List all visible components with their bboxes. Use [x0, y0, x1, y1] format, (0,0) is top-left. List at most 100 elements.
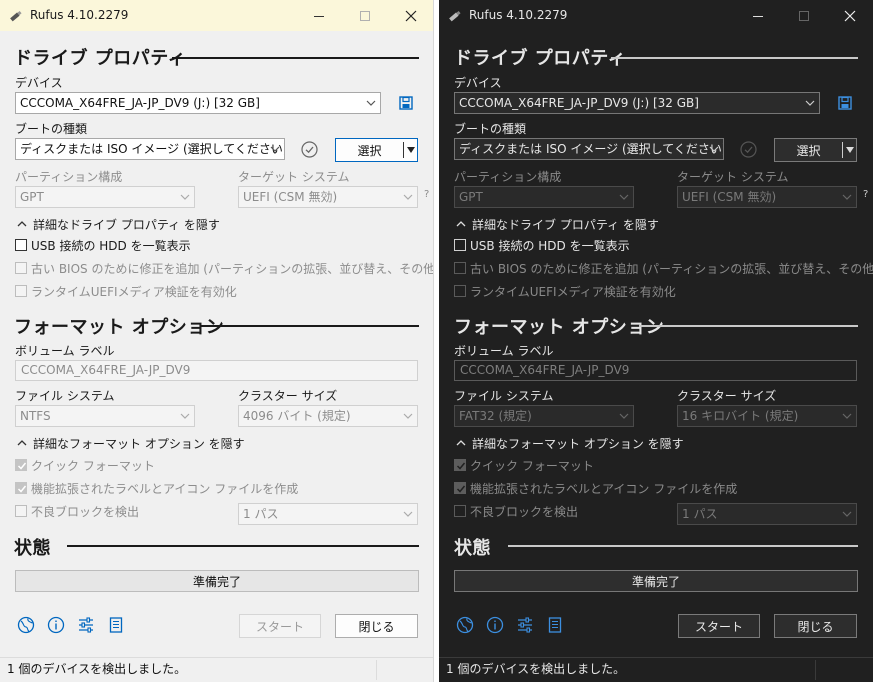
toggle-drive-label: 詳細なドライブ プロパティ を隠す	[472, 217, 659, 232]
start-button[interactable]: スタート	[678, 614, 760, 638]
about-button[interactable]	[46, 615, 66, 635]
log-button[interactable]	[545, 615, 565, 635]
boot-value: ディスクまたは ISO イメージ (選択してください)	[459, 142, 724, 156]
checkbox-box[interactable]	[15, 262, 27, 274]
cluster-select[interactable]: 16 キロバイト (規定)	[677, 405, 857, 427]
save-button[interactable]	[396, 93, 416, 113]
chevron-down-icon	[403, 194, 413, 200]
section-divider	[67, 545, 419, 547]
section-title-status: 状態	[14, 538, 51, 559]
about-button[interactable]	[485, 615, 505, 635]
close-button[interactable]: 閉じる	[335, 614, 418, 638]
settings-button[interactable]	[76, 615, 96, 635]
boot-select[interactable]: ディスクまたは ISO イメージ (選択してください)	[454, 138, 724, 160]
extended-label-checkbox[interactable]: 機能拡張されたラベルとアイコン ファイルを作成	[15, 480, 298, 496]
language-button[interactable]	[455, 615, 475, 635]
uefi-check-label: ランタイムUEFIメディア検証を有効化	[470, 284, 676, 299]
checkbox-box[interactable]	[454, 459, 466, 471]
language-button[interactable]	[16, 615, 36, 635]
bios-fix-checkbox[interactable]: 古い BIOS のために修正を追加 (パーティションの拡張、並び替え、その他)	[15, 260, 433, 276]
bad-blocks-label: 不良ブロックを検出	[31, 504, 140, 519]
filesystem-value: FAT32 (規定)	[459, 409, 532, 423]
start-button[interactable]: スタート	[239, 614, 321, 638]
target-select[interactable]: UEFI (CSM 無効)	[677, 186, 857, 208]
device-select[interactable]: CCCOMA_X64FRE_JA-JP_DV9 (J:) [32 GB]	[15, 92, 381, 114]
verify-button[interactable]	[738, 139, 758, 159]
checkbox-box[interactable]	[15, 285, 27, 297]
chevron-down-icon	[805, 100, 815, 106]
help-icon[interactable]: ?	[863, 189, 868, 200]
save-icon	[399, 96, 413, 110]
chevron-down-icon	[366, 100, 376, 106]
maximize-button[interactable]	[342, 0, 388, 31]
passes-select[interactable]: 1 パス	[677, 503, 857, 525]
toggle-drive-advanced[interactable]: 詳細なドライブ プロパティ を隠す	[456, 216, 659, 232]
status-progress-bar: 準備完了	[15, 570, 419, 592]
close-window-button[interactable]	[388, 0, 433, 31]
checkbox-box[interactable]	[15, 505, 27, 517]
bios-fix-checkbox[interactable]: 古い BIOS のために修正を追加 (パーティションの拡張、並び替え、その他)	[454, 260, 873, 276]
checkbox-box[interactable]	[15, 459, 27, 471]
cluster-value: 16 キロバイト (規定)	[682, 409, 799, 423]
target-select[interactable]: UEFI (CSM 無効)	[238, 186, 418, 208]
volume-input[interactable]: CCCOMA_X64FRE_JA-JP_DV9	[454, 360, 857, 381]
quick-format-checkbox[interactable]: クイック フォーマット	[454, 457, 594, 473]
save-button[interactable]	[835, 93, 855, 113]
checkbox-box[interactable]	[454, 285, 466, 297]
select-button[interactable]: 選択	[335, 138, 418, 162]
filesystem-select[interactable]: FAT32 (規定)	[454, 405, 634, 427]
verify-button[interactable]	[299, 139, 319, 159]
checkbox-box[interactable]	[454, 239, 466, 251]
log-button[interactable]	[106, 615, 126, 635]
quick-format-checkbox[interactable]: クイック フォーマット	[15, 457, 155, 473]
toggle-drive-advanced[interactable]: 詳細なドライブ プロパティ を隠す	[17, 216, 220, 232]
volume-input[interactable]: CCCOMA_X64FRE_JA-JP_DV9	[15, 360, 418, 381]
checkmark-icon	[17, 462, 27, 470]
minimize-button[interactable]	[735, 0, 781, 31]
volume-label: ボリューム ラベル	[15, 344, 115, 358]
usb-hdd-checkbox[interactable]: USB 接続の HDD を一覧表示	[15, 237, 191, 253]
partition-select[interactable]: GPT	[15, 186, 195, 208]
usb-drive-icon	[10, 10, 22, 22]
close-window-button[interactable]	[827, 0, 873, 31]
toggle-format-advanced[interactable]: 詳細なフォーマット オプション を隠す	[456, 435, 684, 451]
status-text: 準備完了	[631, 574, 680, 589]
passes-value: 1 パス	[243, 507, 279, 521]
checkbox-box[interactable]	[15, 239, 27, 251]
device-label: デバイス	[454, 76, 502, 90]
dropdown-arrow-icon[interactable]	[407, 147, 415, 153]
toggle-format-advanced[interactable]: 詳細なフォーマット オプション を隠す	[17, 435, 245, 451]
extended-label-text: 機能拡張されたラベルとアイコン ファイルを作成	[470, 481, 738, 496]
target-label: ターゲット システム	[238, 170, 350, 184]
usb-hdd-checkbox[interactable]: USB 接続の HDD を一覧表示	[454, 237, 630, 253]
dropdown-arrow-icon[interactable]	[846, 147, 854, 153]
checkmark-icon	[456, 462, 466, 470]
checkbox-box[interactable]	[15, 482, 27, 494]
quick-format-label: クイック フォーマット	[31, 458, 155, 473]
close-button[interactable]: 閉じる	[774, 614, 857, 638]
extended-label-checkbox[interactable]: 機能拡張されたラベルとアイコン ファイルを作成	[454, 480, 737, 496]
settings-button[interactable]	[515, 615, 535, 635]
filesystem-select[interactable]: NTFS	[15, 405, 195, 427]
toggle-format-label: 詳細なフォーマット オプション を隠す	[33, 436, 245, 451]
uefi-check-checkbox[interactable]: ランタイムUEFIメディア検証を有効化	[15, 283, 237, 299]
volume-value: CCCOMA_X64FRE_JA-JP_DV9	[21, 363, 191, 377]
minimize-icon	[314, 15, 324, 17]
bad-blocks-checkbox[interactable]: 不良ブロックを検出	[454, 503, 578, 519]
device-select[interactable]: CCCOMA_X64FRE_JA-JP_DV9 (J:) [32 GB]	[454, 92, 820, 114]
select-button[interactable]: 選択	[774, 138, 857, 162]
boot-select[interactable]: ディスクまたは ISO イメージ (選択してください)	[15, 138, 285, 160]
uefi-check-checkbox[interactable]: ランタイムUEFIメディア検証を有効化	[454, 283, 676, 299]
help-icon[interactable]: ?	[424, 189, 429, 200]
maximize-button[interactable]	[781, 0, 827, 31]
title-bar: Rufus 4.10.2279	[439, 0, 873, 31]
minimize-button[interactable]	[296, 0, 342, 31]
bad-blocks-checkbox[interactable]: 不良ブロックを検出	[15, 503, 139, 519]
passes-select[interactable]: 1 パス	[238, 503, 418, 525]
partition-select[interactable]: GPT	[454, 186, 634, 208]
cluster-select[interactable]: 4096 バイト (規定)	[238, 405, 418, 427]
section-divider	[508, 545, 858, 547]
checkbox-box[interactable]	[454, 262, 466, 274]
checkbox-box[interactable]	[454, 505, 466, 517]
checkbox-box[interactable]	[454, 482, 466, 494]
